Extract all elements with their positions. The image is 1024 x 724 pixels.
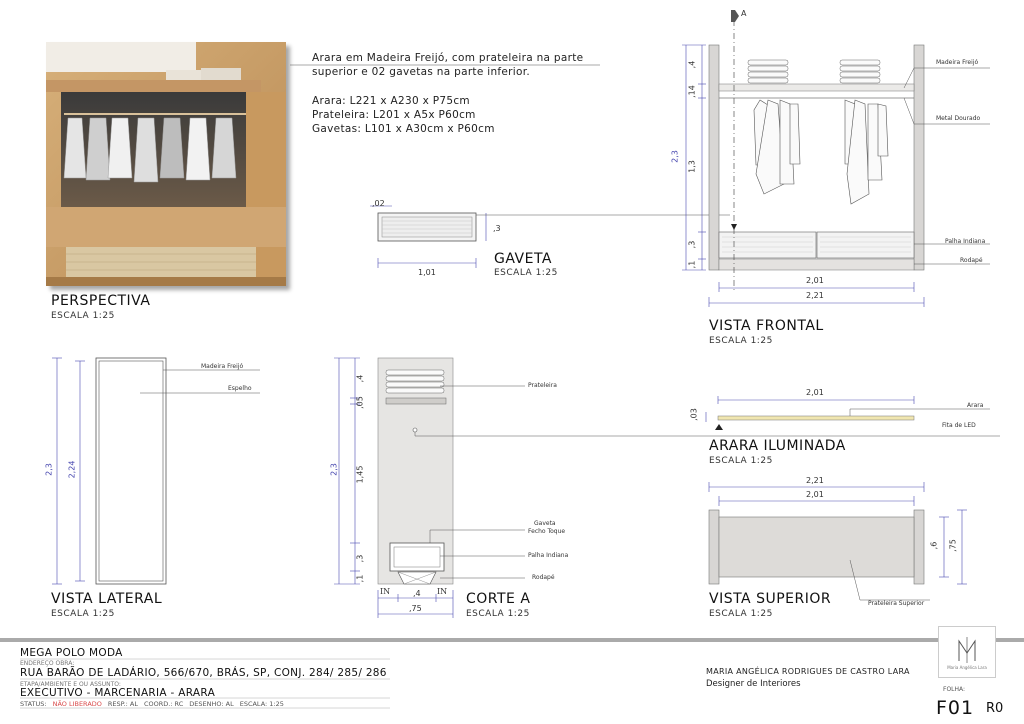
sheet-number: F01: [936, 697, 975, 719]
designer-name: MARIA ANGÉLICA RODRIGUES DE CASTRO LARA: [706, 667, 910, 676]
titleblock-lines: [20, 658, 390, 709]
logo-text: Maria Angélica Lara: [947, 665, 987, 670]
designer-role: Designer de Interiores: [706, 679, 801, 689]
logo-box: Maria Angélica Lara: [938, 626, 996, 678]
revision: R0: [986, 701, 1004, 716]
folha-label: FOLHA:: [943, 686, 966, 693]
